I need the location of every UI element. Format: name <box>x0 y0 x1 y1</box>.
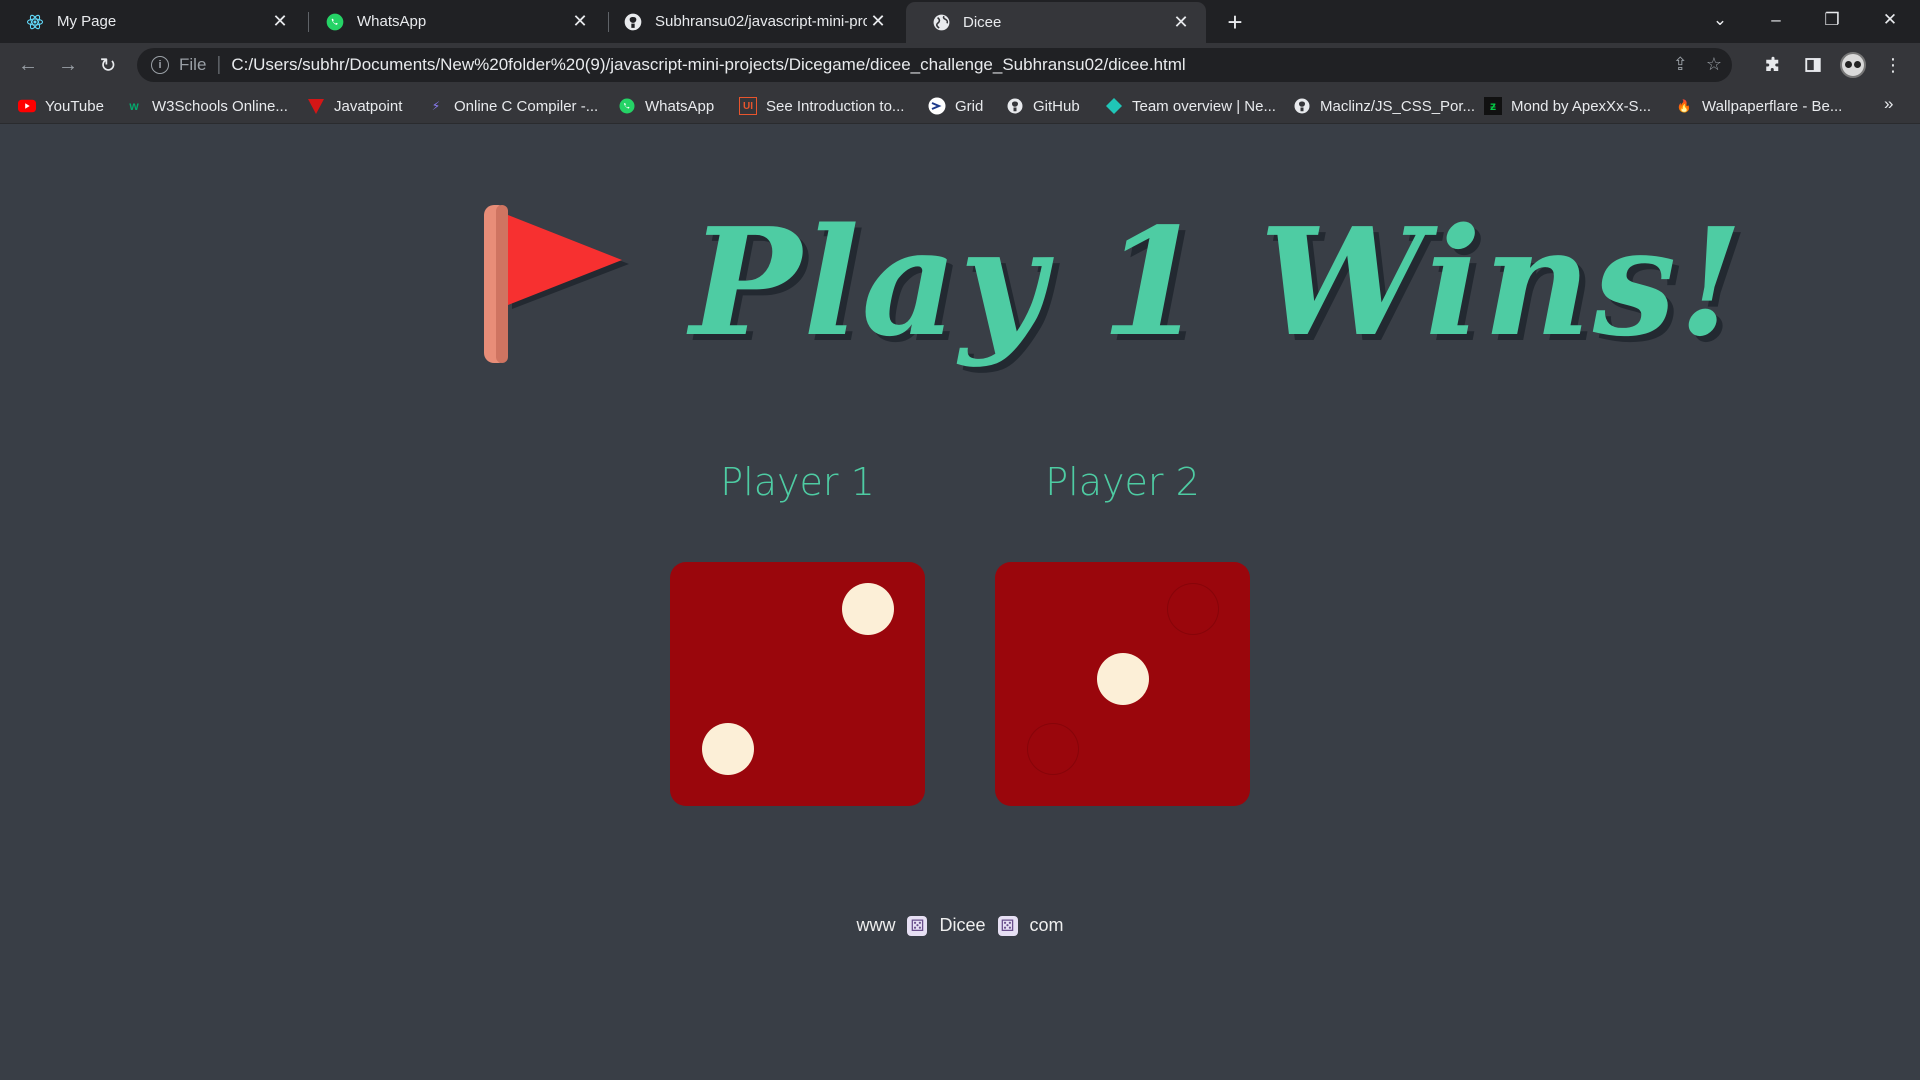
result-headline: Play 1 Wins! <box>690 195 1746 369</box>
netlify-icon <box>1105 97 1123 115</box>
javatpoint-icon <box>307 97 325 115</box>
bookmark-maclinz[interactable]: Maclinz/JS_CSS_Por... <box>1293 95 1475 117</box>
bookmark-label: Team overview | Ne... <box>1132 97 1276 115</box>
close-icon[interactable]: ✕ <box>569 11 591 33</box>
bookmark-youtube[interactable]: YouTube <box>18 95 104 117</box>
address-bar[interactable]: i File | C:/Users/subhr/Documents/New%20… <box>137 48 1732 82</box>
address-divider: | <box>216 54 222 75</box>
flame-icon: 🔥 <box>1676 99 1692 113</box>
dice-icon: ⚄ <box>907 915 928 936</box>
bookmark-online-c-compiler[interactable]: ⚡ Online C Compiler -... <box>427 95 598 117</box>
dice-icon: ⚄ <box>997 915 1018 936</box>
side-panel-icon[interactable] <box>1799 51 1827 79</box>
youtube-icon <box>18 97 36 115</box>
bookmarks-overflow-chevron-icon[interactable]: » <box>1884 94 1893 114</box>
bookmark-star-icon[interactable]: ☆ <box>1706 54 1722 75</box>
bookmark-netlify[interactable]: Team overview | Ne... <box>1105 95 1276 117</box>
tab-search-chevron-icon[interactable]: ⌄ <box>1692 0 1748 40</box>
whatsapp-icon <box>325 12 345 32</box>
minimize-button[interactable]: – <box>1748 0 1804 40</box>
player-2-die <box>995 562 1250 806</box>
footer-prefix: www <box>856 915 896 935</box>
url-text[interactable]: C:/Users/subhr/Documents/New%20folder%20… <box>231 55 1185 75</box>
bookmark-label: GitHub <box>1033 97 1080 115</box>
player-1-panel: Player 1 <box>670 460 925 522</box>
deviantart-icon: ƶ <box>1484 97 1502 115</box>
bookmark-label: Online C Compiler -... <box>454 97 599 115</box>
player-2-panel: Player 2 <box>995 460 1250 522</box>
tab-my-page[interactable]: My Page ✕ <box>0 0 305 43</box>
die-pip <box>702 723 754 775</box>
github-icon <box>623 12 643 32</box>
close-icon[interactable]: ✕ <box>1170 12 1192 34</box>
tab-title: WhatsApp <box>357 13 427 30</box>
back-button[interactable]: ← <box>14 51 42 79</box>
dicee-page: Play 1 Wins! Player 1 Player 2 www ⚄ Dic… <box>0 125 1920 1080</box>
tab-github[interactable]: Subhransu02/javascript-mini-pro ✕ <box>598 0 903 43</box>
bolt-icon: ⚡ <box>431 99 441 113</box>
scheme-label: File <box>179 55 207 74</box>
tab-title: Subhransu02/javascript-mini-pro <box>655 13 867 30</box>
player-2-label: Player 2 <box>1045 460 1200 504</box>
die-pip <box>842 583 894 635</box>
bookmark-whatsapp[interactable]: WhatsApp <box>618 95 714 117</box>
die-pip <box>1097 653 1149 705</box>
restore-button[interactable]: ❐ <box>1804 0 1860 40</box>
bookmark-label: Grid <box>955 97 984 115</box>
menu-kebab-icon[interactable]: ⋮ <box>1879 51 1907 79</box>
bookmark-label: Javatpoint <box>334 97 403 115</box>
bookmark-wallpaperflare[interactable]: 🔥 Wallpaperflare - Be... <box>1675 95 1843 117</box>
bookmarks-bar: YouTube w W3Schools Online... Javatpoint… <box>0 87 1920 124</box>
github-icon <box>1293 97 1311 115</box>
w3schools-icon: w <box>129 99 139 113</box>
reload-button[interactable]: ↻ <box>94 51 122 79</box>
bookmark-javatpoint[interactable]: Javatpoint <box>307 95 402 117</box>
tab-whatsapp[interactable]: WhatsApp ✕ <box>300 0 605 43</box>
share-icon[interactable]: ⇪ <box>1673 54 1688 75</box>
bookmark-grid[interactable]: Grid <box>928 95 983 117</box>
bookmark-label: Mond by ApexXx-S... <box>1511 97 1652 115</box>
react-icon <box>25 12 45 32</box>
profile-avatar[interactable] <box>1840 52 1866 78</box>
address-actions: ⇪ ☆ <box>1673 54 1722 75</box>
flag-icon <box>480 205 630 365</box>
bookmark-label: YouTube <box>45 97 104 115</box>
tab-dicee[interactable]: Dicee ✕ <box>906 2 1206 43</box>
bookmark-github[interactable]: GitHub <box>1006 95 1080 117</box>
footer-suffix: com <box>1029 915 1064 935</box>
new-tab-button[interactable]: + <box>1221 7 1249 37</box>
bookmark-label: W3Schools Online... <box>152 97 288 115</box>
grid-icon <box>928 97 946 115</box>
footer-site: Dicee <box>939 915 986 935</box>
bookmark-mond[interactable]: ƶ Mond by ApexXx-S... <box>1484 95 1651 117</box>
bookmark-label: See Introduction to... <box>766 97 905 115</box>
whatsapp-icon <box>618 97 636 115</box>
die-pip-hidden <box>1027 723 1079 775</box>
browser-toolbar: ← → ↻ i File | C:/Users/subhr/Documents/… <box>0 43 1920 87</box>
bookmark-introduction[interactable]: UI See Introduction to... <box>739 95 904 117</box>
globe-icon <box>931 13 951 33</box>
ui-icon: UI <box>739 97 757 115</box>
die-pip-hidden <box>1167 583 1219 635</box>
forward-button[interactable]: → <box>54 51 82 79</box>
bookmark-label: WhatsApp <box>645 97 715 115</box>
tab-strip: My Page ✕ WhatsApp ✕ Subhransu02/javascr… <box>0 0 1920 43</box>
player-1-label: Player 1 <box>720 460 875 504</box>
close-window-button[interactable]: ✕ <box>1862 0 1918 40</box>
bookmark-w3schools[interactable]: w W3Schools Online... <box>125 95 288 117</box>
tab-title: My Page <box>57 13 117 30</box>
extensions-puzzle-icon[interactable] <box>1759 51 1787 79</box>
github-icon <box>1006 97 1024 115</box>
close-icon[interactable]: ✕ <box>269 11 291 33</box>
bookmark-label: Wallpaperflare - Be... <box>1702 97 1843 115</box>
tab-title: Dicee <box>963 14 1002 31</box>
bookmark-label: Maclinz/JS_CSS_Por... <box>1320 97 1476 115</box>
close-icon[interactable]: ✕ <box>867 11 889 33</box>
info-icon[interactable]: i <box>151 56 169 74</box>
footer: www ⚄ Dicee ⚄ com <box>0 915 1920 936</box>
player-1-die <box>670 562 925 806</box>
